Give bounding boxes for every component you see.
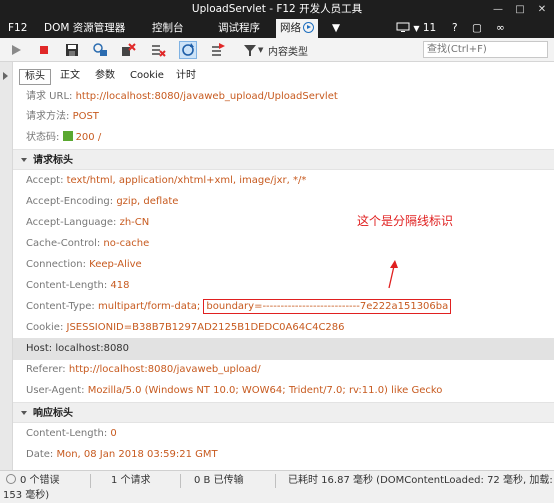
- document-mode-label: 11: [422, 22, 437, 34]
- response-row-content-length: Content-Length: 0: [26, 428, 117, 439]
- collapse-triangle-icon: [21, 411, 27, 415]
- clear-cache-icon[interactable]: [92, 42, 108, 58]
- status-code-value: 200 /: [75, 132, 102, 143]
- content-type-label: 内容类型: [268, 47, 308, 58]
- header-row-content-length: Content-Length: 418: [26, 280, 130, 291]
- tab-f12[interactable]: F12: [4, 19, 31, 38]
- always-refresh-toggle[interactable]: [179, 41, 197, 59]
- load-time: 153 毫秒): [3, 490, 50, 501]
- tab-headers[interactable]: 标头: [19, 69, 51, 85]
- help-icon[interactable]: ?: [448, 19, 462, 38]
- always-refresh-icon: [182, 43, 194, 56]
- collapse-triangle-icon: [21, 158, 27, 162]
- header-row-accept-encoding: Accept-Encoding: gzip, deflate: [26, 196, 179, 207]
- request-url-row: 请求 URL: http://localhost:8080/javaweb_up…: [26, 91, 338, 102]
- boundary-highlight: boundary=---------------------------7e22…: [203, 299, 452, 314]
- tab-cookie[interactable]: Cookie: [125, 69, 169, 85]
- divider: [90, 474, 91, 488]
- window-title: UploadServlet - F12 开发人员工具: [191, 3, 363, 15]
- maximize-icon[interactable]: □: [509, 0, 531, 19]
- clear-on-navigate-icon[interactable]: [210, 42, 226, 58]
- filter-dropdown-icon[interactable]: ▼: [258, 46, 263, 54]
- minimize-icon[interactable]: —: [487, 0, 509, 19]
- request-headers-section[interactable]: 请求标头: [13, 149, 554, 170]
- more-tools-button[interactable]: ▼: [328, 19, 344, 38]
- boundary-annotation: 这个是分隔线标识: [357, 214, 454, 228]
- error-count[interactable]: 0 个错误: [6, 474, 60, 488]
- header-row-cookie: Cookie: JSESSIONID=B38B7B1297AD2125B1DED…: [26, 322, 345, 333]
- request-method-row: 请求方法: POST: [26, 111, 99, 122]
- devtools-tab-bar: F12 DOM 资源管理器 控制台 调试程序 网络 ▼ ▼ 11 ? ▢ ∞: [0, 19, 554, 38]
- header-row-accept: Accept: text/html, application/xhtml+xml…: [26, 175, 307, 186]
- clear-entries-icon[interactable]: [150, 42, 166, 58]
- tab-console[interactable]: 控制台: [148, 19, 188, 38]
- header-row-user-agent: User-Agent: Mozilla/5.0 (Windows NT 10.0…: [26, 385, 443, 396]
- transferred-size: 0 B 已传输: [194, 475, 244, 486]
- header-row-referer: Referer: http://localhost:8080/javaweb_u…: [26, 364, 261, 375]
- expand-arrow-icon[interactable]: [3, 72, 8, 80]
- search-input[interactable]: [423, 41, 548, 58]
- emulation-button[interactable]: ▼ 11: [392, 19, 440, 38]
- divider: [180, 474, 181, 488]
- status-bar: 0 个错误 1 个请求 0 B 已传输 已耗时 16.87 毫秒 (DOMCon…: [0, 470, 554, 503]
- divider: [275, 474, 276, 488]
- request-list-collapsed[interactable]: [0, 62, 13, 470]
- chevron-down-icon: ▼: [413, 24, 420, 33]
- tab-parameters[interactable]: 参数: [90, 69, 120, 85]
- tab-debugger[interactable]: 调试程序: [214, 19, 264, 38]
- pin-icon[interactable]: ∞: [492, 19, 509, 38]
- status-code-row: 状态码: 200 /: [26, 131, 102, 143]
- header-row-host: Host: localhost:8080: [13, 338, 554, 360]
- header-row-accept-language: Accept-Language: zh-CN: [26, 217, 150, 228]
- save-icon[interactable]: [64, 42, 80, 58]
- header-row-connection: Connection: Keep-Alive: [26, 259, 142, 270]
- status-ok-icon: [62, 131, 73, 141]
- request-url-value: http://localhost:8080/javaweb_upload/Upl…: [75, 91, 338, 102]
- tab-body[interactable]: 正文: [55, 69, 85, 85]
- tab-network[interactable]: 网络: [276, 19, 318, 38]
- recording-icon: [303, 22, 314, 33]
- tab-network-label: 网络: [280, 22, 301, 34]
- request-count: 1 个请求: [111, 475, 151, 486]
- request-method-value: POST: [72, 111, 99, 122]
- error-icon: [6, 474, 16, 484]
- stop-icon[interactable]: [36, 42, 52, 58]
- tab-timing[interactable]: 计时: [171, 69, 201, 85]
- window-titlebar: UploadServlet - F12 开发人员工具 — □ ✕: [0, 0, 554, 19]
- filter-icon[interactable]: [242, 42, 258, 58]
- detail-tabs: 标头 正文 参数 Cookie 计时: [13, 62, 554, 86]
- network-toolbar: ▼ 内容类型: [0, 38, 554, 62]
- monitor-icon: [396, 22, 410, 32]
- header-row-cache-control: Cache-Control: no-cache: [26, 238, 150, 249]
- play-icon[interactable]: [8, 42, 24, 58]
- elapsed-time: 已耗时 16.87 毫秒 (DOMContentLoaded: 72 毫秒, 加…: [288, 475, 553, 486]
- response-row-date: Date: Mon, 08 Jan 2018 03:59:21 GMT: [26, 449, 218, 460]
- tab-dom-explorer[interactable]: DOM 资源管理器: [40, 19, 129, 38]
- clear-cookies-icon[interactable]: [120, 42, 136, 58]
- undock-icon[interactable]: ▢: [468, 19, 486, 38]
- close-icon[interactable]: ✕: [531, 0, 553, 19]
- header-row-content-type: Content-Type: multipart/form-data; bound…: [13, 296, 554, 318]
- response-headers-section[interactable]: 响应标头: [13, 402, 554, 423]
